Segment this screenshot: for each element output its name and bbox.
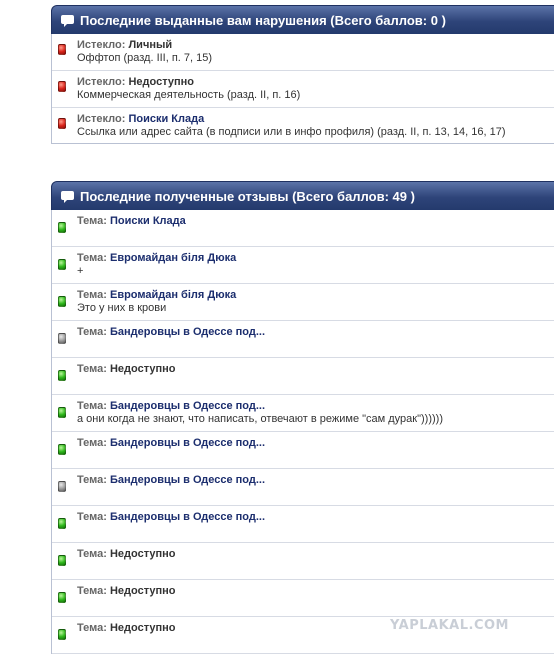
review-row: Тема: Бандеровцы в Одессе под... xyxy=(52,506,554,543)
topic-link[interactable]: Бандеровцы в Одессе под... xyxy=(110,326,265,338)
topic-title: Личный xyxy=(128,39,173,51)
violations-panel: Последние выданные вам нарушения (Всего … xyxy=(51,5,554,144)
topic-title: Недоступно xyxy=(109,363,176,375)
row-label: Тема: xyxy=(77,511,107,523)
row-detail: Коммерческая деятельность (разд. II, п. … xyxy=(77,89,301,101)
review-row: Тема: Евромайдан біля Дюка Это у них в кр… xyxy=(52,284,554,321)
row-heading: Истекло: Поиски Клада xyxy=(77,113,554,126)
row-label: Тема: xyxy=(77,252,107,264)
site-watermark: YAPLAKAL.COM xyxy=(390,618,509,633)
violations-header: Последние выданные вам нарушения (Всего … xyxy=(51,5,554,34)
row-label: Тема: xyxy=(77,622,107,634)
row-heading: Истекло: Личный xyxy=(77,39,554,52)
row-detail: Ссылка или адрес сайта (в подписи или в … xyxy=(77,126,506,138)
row-heading: Тема: Евромайдан біля Дюка xyxy=(77,289,554,302)
row-heading: Тема: Недоступно xyxy=(77,363,554,376)
row-label: Тема: xyxy=(77,400,107,412)
review-row: Тема: Бандеровцы в Одессе под... xyxy=(52,321,554,358)
row-heading: Тема: Бандеровцы в Одессе под... xyxy=(77,400,554,413)
review-row: Тема: Недоступно xyxy=(52,543,554,580)
reviews-panel: Последние полученные отзывы (Всего балло… xyxy=(51,181,554,654)
row-label: Тема: xyxy=(77,326,107,338)
topic-link[interactable]: Бандеровцы в Одессе под... xyxy=(110,400,265,412)
topic-link[interactable]: Поиски Клада xyxy=(128,113,204,125)
row-heading: Тема: Бандеровцы в Одессе под... xyxy=(77,474,554,487)
review-row: Тема: Бандеровцы в Одессе под... xyxy=(52,469,554,506)
reviews-header: Последние полученные отзывы (Всего балло… xyxy=(51,181,554,210)
row-heading: Тема: Недоступно xyxy=(77,585,554,598)
status-red-icon xyxy=(58,81,66,92)
speech-bubble-icon xyxy=(61,190,74,203)
row-label: Тема: xyxy=(77,289,107,301)
topic-title: Недоступно xyxy=(109,585,176,597)
row-heading: Тема: Бандеровцы в Одессе под... xyxy=(77,511,554,524)
review-row: Тема: Недоступно xyxy=(52,358,554,395)
speech-bubble-icon xyxy=(61,14,74,27)
row-heading: Тема: Поиски Клада xyxy=(77,215,554,228)
topic-link[interactable]: Евромайдан біля Дюка xyxy=(110,289,236,301)
row-label: Тема: xyxy=(77,474,107,486)
row-detail: Это у них в крови xyxy=(77,302,167,314)
status-green-icon xyxy=(58,444,66,455)
row-label: Истекло: xyxy=(77,39,126,51)
status-green-icon xyxy=(58,592,66,603)
review-row: Тема: Бандеровцы в Одессе под... xyxy=(52,432,554,469)
topic-link[interactable]: Бандеровцы в Одессе под... xyxy=(110,474,265,486)
status-green-icon xyxy=(58,296,66,307)
row-heading: Тема: Недоступно xyxy=(77,548,554,561)
topic-link[interactable]: Бандеровцы в Одессе под... xyxy=(110,511,265,523)
violation-row: Истекло: Личный Оффтоп (разд. III, п. 7, … xyxy=(52,34,554,71)
row-detail: а они когда не знают, что написать, отве… xyxy=(77,413,443,425)
topic-link[interactable]: Поиски Клада xyxy=(110,215,186,227)
review-row: Тема: Поиски Клада xyxy=(52,210,554,247)
status-red-icon xyxy=(58,118,66,129)
review-row: Тема: Бандеровцы в Одессе под... а они ко… xyxy=(52,395,554,432)
status-red-icon xyxy=(58,44,66,55)
status-green-icon xyxy=(58,629,66,640)
row-detail: + xyxy=(77,265,84,277)
status-green-icon xyxy=(58,222,66,233)
reviews-list: Тема: Поиски Клада Тема: Евромайдан біля … xyxy=(51,210,554,654)
violations-title: Последние выданные вам нарушения (Всего … xyxy=(80,12,446,28)
row-label: Истекло: xyxy=(77,113,126,125)
status-green-icon xyxy=(58,259,66,270)
violation-row: Истекло: Недоступно Коммерческая деятельн… xyxy=(52,71,554,108)
row-label: Тема: xyxy=(77,437,107,449)
status-gray-icon xyxy=(58,333,66,344)
topic-title: Недоступно xyxy=(109,548,176,560)
status-green-icon xyxy=(58,370,66,381)
row-heading: Тема: Бандеровцы в Одессе под... xyxy=(77,326,554,339)
topic-link[interactable]: Бандеровцы в Одессе под... xyxy=(110,437,265,449)
row-label: Истекло: xyxy=(77,76,126,88)
row-detail: Оффтоп (разд. III, п. 7, 15) xyxy=(77,52,213,64)
status-green-icon xyxy=(58,518,66,529)
row-label: Тема: xyxy=(77,548,107,560)
row-heading: Истекло: Недоступно xyxy=(77,76,554,89)
violations-list: Истекло: Личный Оффтоп (разд. III, п. 7, … xyxy=(51,34,554,144)
status-gray-icon xyxy=(58,481,66,492)
topic-title: Недоступно xyxy=(128,76,194,88)
reviews-title: Последние полученные отзывы (Всего балло… xyxy=(80,188,415,204)
status-green-icon xyxy=(58,407,66,418)
row-heading: Тема: Бандеровцы в Одессе под... xyxy=(77,437,554,450)
topic-link[interactable]: Евромайдан біля Дюка xyxy=(110,252,236,264)
review-row: Тема: Евромайдан біля Дюка + xyxy=(52,247,554,284)
status-green-icon xyxy=(58,555,66,566)
row-label: Тема: xyxy=(77,215,107,227)
review-row: Тема: Недоступно xyxy=(52,580,554,617)
row-label: Тема: xyxy=(77,363,107,375)
row-label: Тема: xyxy=(77,585,107,597)
topic-title: Недоступно xyxy=(109,622,176,634)
violation-row: Истекло: Поиски Клада Ссылка или адрес са… xyxy=(52,108,554,143)
row-heading: Тема: Евромайдан біля Дюка xyxy=(77,252,554,265)
